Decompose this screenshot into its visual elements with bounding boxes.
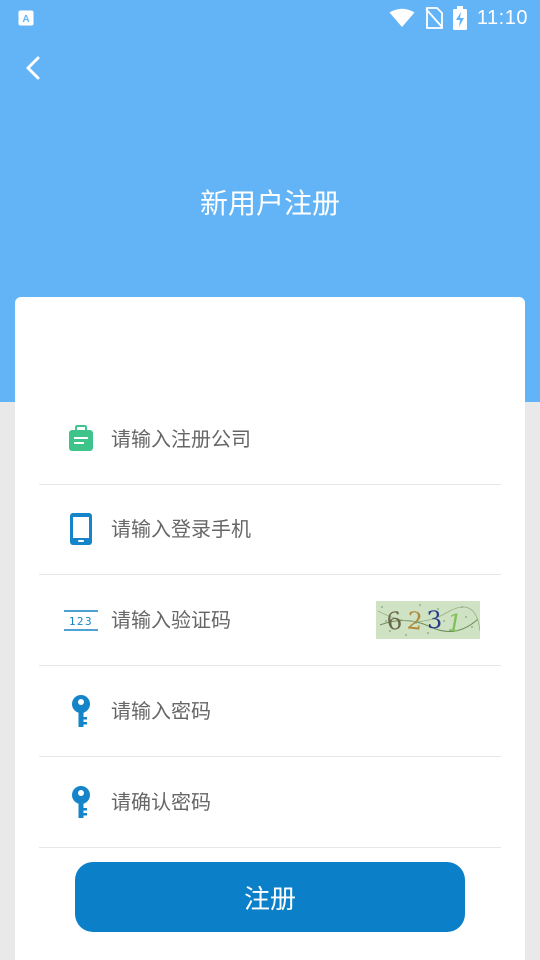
key-icon <box>72 695 90 727</box>
verification-code-field: 123 6 2 3 1 <box>39 575 501 666</box>
page-title: 新用户注册 <box>199 187 340 220</box>
register-button[interactable]: 注册 <box>75 862 465 932</box>
status-bar: A 11:10 <box>0 0 540 36</box>
verification-code-input[interactable] <box>111 599 371 641</box>
key-icon <box>72 786 90 818</box>
captcha-image[interactable]: 6 2 3 1 <box>376 601 480 639</box>
status-icons: 11:10 <box>389 6 528 30</box>
number-123-icon: 123 <box>64 610 98 631</box>
notification-a-icon: A <box>18 10 34 26</box>
status-time: 11:10 <box>476 6 528 29</box>
captcha-digit: 2 <box>406 606 424 635</box>
briefcase-icon <box>69 425 93 451</box>
battery-charging-icon <box>452 6 467 30</box>
svg-text:123: 123 <box>69 615 93 628</box>
no-sim-icon <box>425 7 443 29</box>
back-chevron-icon <box>26 56 40 80</box>
company-input[interactable] <box>111 418 371 460</box>
back-button[interactable] <box>16 50 52 86</box>
wifi-icon <box>389 8 415 27</box>
company-field <box>39 394 501 485</box>
password-input[interactable] <box>111 690 371 732</box>
password-field <box>39 666 501 757</box>
captcha-digit: 3 <box>426 605 443 634</box>
phone-input[interactable] <box>111 508 371 550</box>
confirm-password-field <box>39 757 501 848</box>
confirm-password-input[interactable] <box>111 781 371 823</box>
svg-text:A: A <box>22 14 29 25</box>
phone-field <box>39 484 501 575</box>
phone-icon <box>70 513 92 545</box>
register-form-card: 123 6 2 3 1 <box>15 297 525 960</box>
